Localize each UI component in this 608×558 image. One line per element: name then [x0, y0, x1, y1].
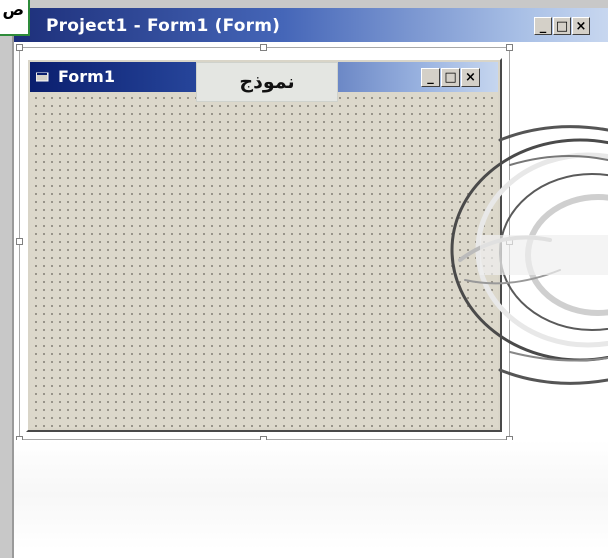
designer-canvas-area — [14, 440, 608, 550]
resize-handle-top-left[interactable] — [16, 44, 23, 51]
decorative-swirl-graphic — [450, 125, 608, 385]
form1-window[interactable]: Form1 _ □ × — [26, 58, 502, 432]
form1-close-button[interactable]: × — [461, 68, 480, 87]
designer-title: Project1 - Form1 (Form) — [46, 16, 281, 36]
form1-minimize-button[interactable]: _ — [421, 68, 440, 87]
form1-caption-buttons: _ □ × — [421, 68, 480, 87]
resize-handle-top-right[interactable] — [506, 44, 513, 51]
resize-handle-top[interactable] — [260, 44, 267, 51]
resize-handle-left[interactable] — [16, 238, 23, 245]
corner-tab: ص — [0, 0, 30, 36]
form-icon — [36, 72, 49, 82]
overlay-label: نموذج — [196, 62, 338, 102]
form1-title: Form1 — [58, 67, 115, 86]
designer-titlebar[interactable]: Project1 - Form1 (Form) _ □ × — [14, 8, 608, 42]
maximize-button[interactable]: □ — [553, 17, 571, 35]
close-button[interactable]: × — [572, 17, 590, 35]
designer-caption-buttons: _ □ × — [534, 17, 590, 35]
form-design-grid[interactable] — [30, 92, 498, 428]
minimize-button[interactable]: _ — [534, 17, 552, 35]
form1-maximize-button[interactable]: □ — [441, 68, 460, 87]
